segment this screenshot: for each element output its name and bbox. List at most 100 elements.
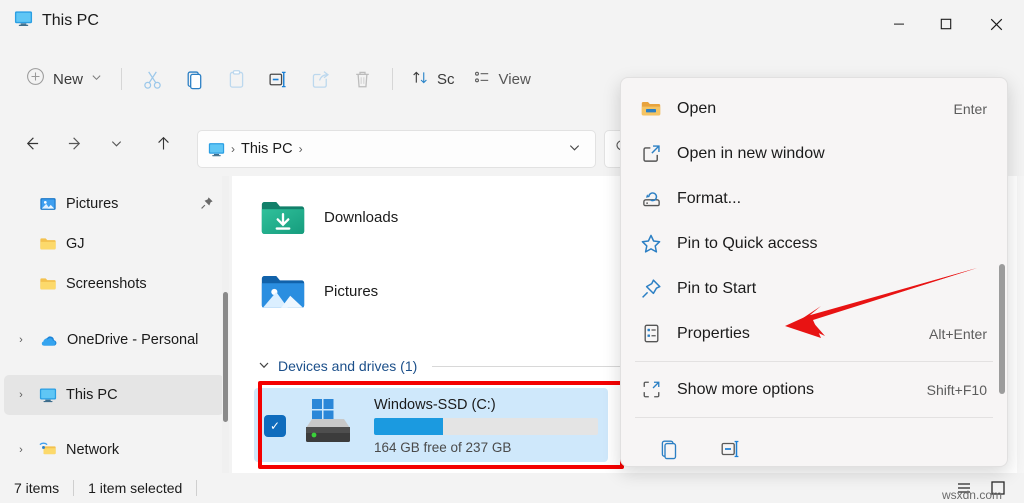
format-drive-icon [625, 188, 677, 209]
context-menu-item-open-in-new-window[interactable]: Open in new window [625, 131, 1003, 176]
rename-icon[interactable] [713, 431, 749, 467]
folder-icon [39, 235, 57, 253]
sidebar-item-label: Pictures [66, 196, 118, 212]
sidebar-scrollbar[interactable] [222, 176, 229, 479]
sidebar-item-screenshots[interactable]: › Screenshots [4, 264, 224, 304]
sidebar-scrollbar-thumb[interactable] [223, 292, 228, 422]
group-header-devices-and-drives[interactable]: Devices and drives (1) [258, 358, 417, 374]
context-menu-item-label: Format... [677, 190, 741, 208]
sidebar-item-this-pc[interactable]: › This PC [4, 375, 224, 415]
chevron-right-icon[interactable]: › [12, 334, 30, 346]
paste-icon[interactable] [215, 61, 257, 97]
context-menu-icon-row [621, 423, 1007, 467]
context-menu-item-accel: Alt+Enter [929, 326, 987, 342]
list-item-pictures[interactable]: Pictures [258, 266, 378, 316]
context-menu-item-format[interactable]: Format... [625, 176, 1003, 221]
context-menu-item-show-more-options[interactable]: Show more options Shift+F10 [625, 367, 1003, 412]
new-button-label: New [53, 71, 83, 88]
status-item-count: 7 items [14, 480, 59, 496]
watermark: wsxdn.com [942, 488, 1002, 502]
sidebar-item-label: Screenshots [66, 276, 147, 292]
this-pc-monitor-icon [14, 9, 33, 33]
title-bar: This PC [0, 0, 1024, 48]
sidebar-item-network[interactable]: › Network [4, 430, 224, 470]
context-menu-scrollbar[interactable] [999, 134, 1005, 464]
cut-icon[interactable] [131, 61, 173, 97]
view-button[interactable]: View [464, 61, 540, 97]
onedrive-icon [39, 331, 58, 350]
context-menu-item-pin-to-quick-access[interactable]: Pin to Quick access [625, 221, 1003, 266]
delete-icon[interactable] [341, 61, 383, 97]
content-scrollbar[interactable] [1017, 176, 1024, 479]
drive-free-space: 164 GB free of 237 GB [374, 440, 598, 455]
plus-circle-icon [26, 67, 45, 91]
breadcrumb-separator: › [229, 142, 237, 156]
copy-icon[interactable] [651, 431, 687, 467]
context-menu-item-properties[interactable]: Properties Alt+Enter [625, 311, 1003, 356]
drive-checkbox[interactable]: ✓ [264, 415, 286, 437]
context-menu: Open Enter Open in new window [620, 77, 1008, 467]
check-icon: ✓ [270, 419, 280, 433]
list-item-label: Pictures [324, 283, 378, 300]
window-title: This PC [42, 12, 99, 30]
group-header-label: Devices and drives (1) [278, 358, 417, 374]
chevron-down-icon[interactable] [258, 359, 270, 374]
status-divider-2 [196, 480, 197, 496]
sort-button[interactable]: Sc [402, 61, 464, 97]
sort-button-label: Sc [437, 71, 455, 88]
copy-icon[interactable] [173, 61, 215, 97]
context-menu-item-open[interactable]: Open Enter [625, 86, 1003, 131]
sidebar-item-gj[interactable]: › GJ [4, 224, 224, 264]
drive-tile-windows-ssd[interactable]: ✓ Windows-SSD (C:) 16 [254, 388, 608, 462]
show-more-options-icon [625, 379, 677, 400]
sidebar-item-pictures[interactable]: › Pictures [4, 184, 224, 224]
this-pc-monitor-icon [39, 386, 57, 404]
address-chevron-down-icon[interactable] [568, 141, 587, 157]
sidebar-item-label: GJ [66, 236, 85, 252]
status-bar: 7 items 1 item selected [0, 473, 1024, 503]
sidebar-item-label: Network [66, 442, 119, 458]
context-menu-item-label: Open [677, 100, 716, 118]
breadcrumb-this-pc[interactable]: This PC [237, 141, 297, 157]
context-menu-scrollbar-thumb[interactable] [999, 264, 1005, 394]
drive-info: Windows-SSD (C:) 164 GB free of 237 GB [374, 397, 598, 455]
sidebar-item-label: OneDrive - Personal [67, 332, 198, 348]
back-button[interactable] [14, 126, 48, 160]
forward-button[interactable] [58, 126, 92, 160]
sidebar-item-onedrive[interactable]: › OneDrive - Personal [4, 320, 224, 360]
open-in-new-window-icon [625, 143, 677, 164]
status-selection: 1 item selected [88, 480, 182, 496]
list-item-downloads[interactable]: Downloads [258, 192, 398, 242]
sidebar-item-label: This PC [66, 387, 118, 403]
downloads-folder-icon [258, 192, 308, 242]
view-button-label: View [499, 71, 531, 88]
maximize-button[interactable] [922, 0, 969, 48]
address-bar[interactable]: › This PC › [197, 130, 596, 168]
pin-icon [625, 278, 677, 300]
recent-locations-button[interactable] [102, 126, 130, 160]
pin-icon[interactable] [200, 196, 214, 213]
pictures-folder-icon [258, 266, 308, 316]
context-menu-item-label: Properties [677, 325, 750, 343]
context-menu-item-pin-to-start[interactable]: Pin to Start [625, 266, 1003, 311]
rename-icon[interactable] [257, 61, 299, 97]
this-pc-monitor-icon [208, 141, 225, 158]
chevron-right-icon[interactable]: › [12, 444, 30, 456]
context-menu-item-label: Pin to Start [677, 280, 756, 298]
new-button[interactable]: New [20, 62, 112, 96]
file-explorer-window: This PC New [0, 0, 1024, 503]
context-menu-item-label: Open in new window [677, 145, 825, 163]
chevron-right-icon[interactable]: › [12, 389, 30, 401]
breadcrumb-separator-2[interactable]: › [297, 142, 305, 156]
up-button[interactable] [146, 126, 180, 160]
share-icon[interactable] [299, 61, 341, 97]
minimize-button[interactable] [875, 0, 922, 48]
close-button[interactable] [969, 0, 1024, 48]
context-menu-divider-2 [635, 417, 993, 418]
network-icon [39, 441, 57, 459]
open-folder-icon [625, 98, 677, 120]
list-item-label: Downloads [324, 209, 398, 226]
drive-name: Windows-SSD (C:) [374, 397, 598, 413]
drive-capacity-fill [374, 418, 443, 435]
navigation-pane: › Pictures › [0, 176, 232, 479]
